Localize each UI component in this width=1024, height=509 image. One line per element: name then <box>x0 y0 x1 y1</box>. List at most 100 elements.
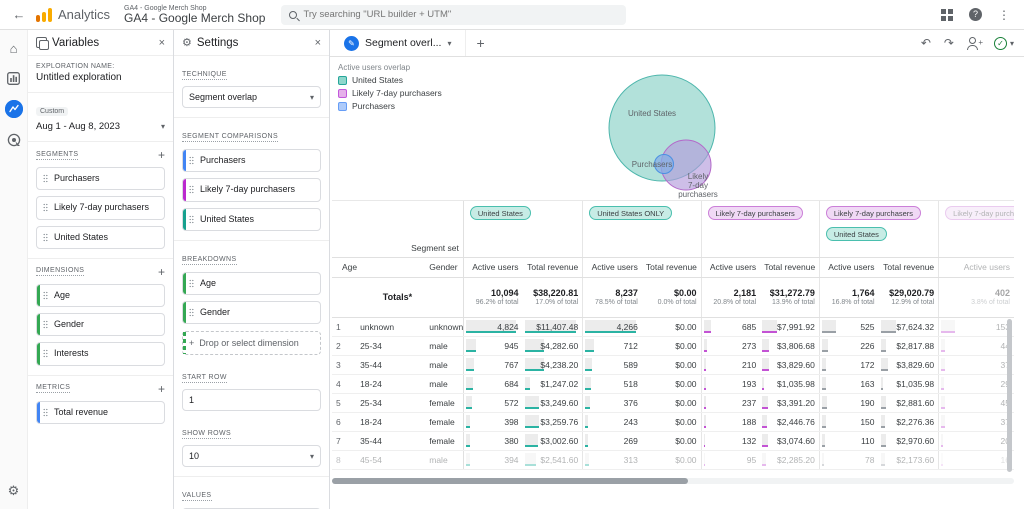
drag-handle-icon <box>189 215 194 224</box>
draggable-chip-gender[interactable]: Gender <box>182 301 321 324</box>
column-header-total-revenue[interactable]: Total revenue <box>879 257 939 277</box>
exploration-canvas: ✎ Segment overl... ▾ + ↶ ↷ + ✓ ▾ Active … <box>330 30 1024 509</box>
exploration-name[interactable]: Untitled exploration <box>36 72 165 83</box>
cell-age: unknown <box>356 317 425 336</box>
draggable-chip-interests[interactable]: Interests <box>36 342 165 365</box>
column-header-total-revenue[interactable]: Total revenue <box>760 257 819 277</box>
column-header-total-revenue[interactable]: Total revenue <box>642 257 701 277</box>
column-header-active-users[interactable]: Active users <box>583 257 642 277</box>
totals-cell: $31,272.7913.9% of total <box>760 277 819 317</box>
dimensions-label: DIMENSIONS <box>36 267 84 276</box>
cell-metric-value: 163 <box>819 374 878 393</box>
column-header-total-revenue[interactable]: Total revenue <box>523 257 583 277</box>
add-tab-icon[interactable]: + <box>476 35 484 51</box>
draggable-chip-likely-7-day-purchasers[interactable]: Likely 7-day purchasers <box>36 196 165 219</box>
chip-label: Purchasers <box>54 173 100 184</box>
drop-dimension-target[interactable]: + Drop or select dimension <box>182 331 321 355</box>
cell-bar <box>762 339 769 352</box>
cell-metric-value: $2,446.76 <box>760 412 819 431</box>
property-switcher[interactable]: GA4 - Google Merch Shop GA4 - Google Mer… <box>124 5 265 25</box>
explore-nav-icon[interactable] <box>5 100 23 118</box>
cell-metric-value: $0.00 <box>642 336 701 355</box>
draggable-chip-purchasers[interactable]: Purchasers <box>36 167 165 190</box>
draggable-chip-united-states[interactable]: United States <box>182 208 321 231</box>
column-header-gender[interactable]: Gender <box>425 257 463 277</box>
draggable-chip-likely-7-day-purchasers[interactable]: Likely 7-day purchasers <box>182 178 321 201</box>
cell-metric-value: 45 <box>939 393 1014 412</box>
add-metric-icon[interactable]: + <box>158 383 165 395</box>
drag-handle-icon <box>189 279 194 288</box>
more-vert-icon[interactable]: ⋮ <box>998 8 1010 22</box>
legend-item: Purchasers <box>338 101 442 111</box>
show-rows-select[interactable]: 10 ▾ <box>182 445 321 467</box>
cell-age: 35-44 <box>356 355 425 374</box>
draggable-chip-united-states[interactable]: United States <box>36 226 165 249</box>
search-bar[interactable] <box>281 5 626 25</box>
cell-metric-value: $3,074.60 <box>760 431 819 450</box>
cell-bar <box>941 434 943 447</box>
cell-metric-value: 193 <box>701 374 760 393</box>
cell-metric-value: $4,238.20 <box>523 355 583 374</box>
back-icon[interactable]: ← <box>8 7 30 22</box>
chip-label: United States <box>54 232 108 243</box>
settings-close-icon[interactable]: × <box>315 37 321 49</box>
segment-group-header: Likely 7-day purchasers <box>939 201 1014 257</box>
cell-metric-value: $0.00 <box>642 317 701 336</box>
saved-status-button[interactable]: ✓ ▾ <box>994 37 1014 50</box>
variables-icon <box>36 37 47 48</box>
cell-metric-value: 518 <box>583 374 642 393</box>
add-dimension-icon[interactable]: + <box>158 266 165 278</box>
horizontal-scrollbar-thumb[interactable] <box>332 478 688 484</box>
draggable-chip-total-revenue[interactable]: Total revenue <box>36 401 165 424</box>
tab-segment-overlap[interactable]: ✎ Segment overl... ▾ <box>340 30 466 56</box>
draggable-chip-gender[interactable]: Gender <box>36 313 165 336</box>
cell-metric-value: 685 <box>701 317 760 336</box>
cell-bar <box>585 415 588 428</box>
home-nav-icon[interactable]: ⌂ <box>6 40 22 56</box>
totals-cell: 10,09496.2% of total <box>463 277 522 317</box>
undo-icon[interactable]: ↶ <box>921 36 931 50</box>
vertical-scrollbar-thumb[interactable] <box>1007 319 1012 472</box>
cell-bar <box>822 453 824 466</box>
cell-metric-value: $3,806.68 <box>760 336 819 355</box>
cell-metric-value: $3,829.60 <box>879 355 939 374</box>
cell-metric-value: $1,247.02 <box>523 374 583 393</box>
segment-pill: United States ONLY <box>589 206 672 220</box>
draggable-chip-age[interactable]: Age <box>182 272 321 295</box>
date-range-picker[interactable]: Aug 1 - Aug 8, 2023 ▾ <box>36 121 165 132</box>
segment-overlap-venn[interactable]: United States Purchasers Likely 7-day pu… <box>586 63 778 205</box>
share-person-add-icon[interactable]: + <box>967 37 981 50</box>
column-header-active-users[interactable]: Active users <box>463 257 522 277</box>
legend-label: United States <box>352 75 403 85</box>
cell-metric-value: 226 <box>819 336 878 355</box>
table-row: 225-34male945$4,282.60712$0.00273$3,806.… <box>332 336 1014 355</box>
help-icon[interactable]: ? <box>969 8 982 21</box>
redo-icon[interactable]: ↷ <box>944 36 954 50</box>
add-segment-icon[interactable]: + <box>158 149 165 161</box>
cell-gender: female <box>425 412 463 431</box>
column-header-age[interactable]: Age <box>332 257 425 277</box>
apps-grid-icon[interactable] <box>941 9 953 21</box>
draggable-chip-purchasers[interactable]: Purchasers <box>182 149 321 172</box>
cell-bar <box>704 377 706 390</box>
cell-metric-value: $7,624.32 <box>879 317 939 336</box>
legend-swatch-icon <box>338 89 347 98</box>
reports-nav-icon[interactable] <box>6 70 22 86</box>
table-row: 335-44male767$4,238.20589$0.00210$3,829.… <box>332 355 1014 374</box>
start-row-input[interactable]: 1 <box>182 389 321 411</box>
draggable-chip-age[interactable]: Age <box>36 284 165 307</box>
column-header-active-users[interactable]: Active users <box>939 257 1014 277</box>
segment-pill: Likely 7-day purchasers <box>708 206 803 220</box>
cell-metric-value: 20 <box>939 431 1014 450</box>
advertising-nav-icon[interactable] <box>6 132 22 148</box>
cell-bar <box>762 358 769 371</box>
cell-metric-value: 313 <box>583 450 642 469</box>
admin-gear-icon[interactable]: ⚙ <box>6 483 22 499</box>
column-header-active-users[interactable]: Active users <box>701 257 760 277</box>
search-input[interactable] <box>303 9 618 20</box>
technique-select[interactable]: Segment overlap ▾ <box>182 86 321 108</box>
cell-metric-value: $2,173.60 <box>879 450 939 469</box>
column-header-active-users[interactable]: Active users <box>819 257 878 277</box>
variables-close-icon[interactable]: × <box>159 37 165 49</box>
cell-metric-value: $3,391.20 <box>760 393 819 412</box>
